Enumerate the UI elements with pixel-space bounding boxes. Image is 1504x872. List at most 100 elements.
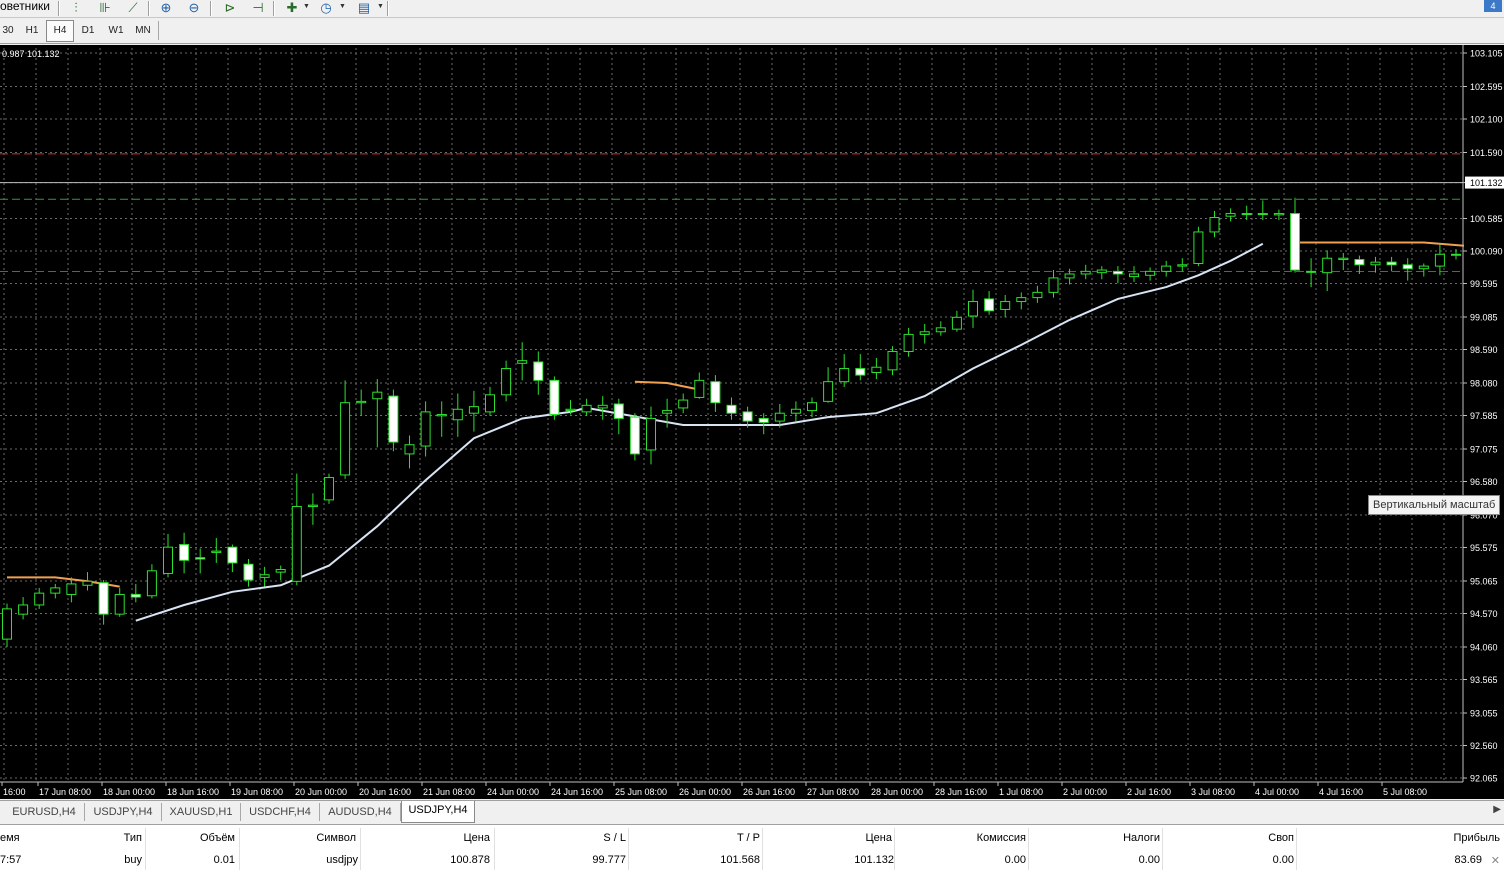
order-stop-loss[interactable]: 99.777 (496, 850, 626, 870)
timeframe-h1[interactable]: H1 (20, 21, 44, 40)
candle-body (581, 404, 592, 413)
moving-average-orange (1295, 241, 1489, 252)
time-tick-label: 18 Jun 16:00 (167, 787, 219, 797)
col-header-swap[interactable]: Своп (1164, 828, 1294, 848)
candle-body (1145, 270, 1156, 276)
candle-body (485, 394, 495, 413)
chart-tab-xauusd-h1[interactable]: XAUUSD,H1 (162, 803, 241, 821)
timeframe-w1[interactable]: W1 (104, 21, 128, 40)
chart-tab-usdchf-h4[interactable]: USDCHF,H4 (241, 803, 320, 821)
toolbar-separator (210, 1, 212, 16)
timeframe-separator (158, 21, 159, 40)
time-tick-label: 1 Jul 08:00 (999, 787, 1043, 797)
candle-body (1064, 273, 1075, 279)
candle-body (1096, 269, 1107, 274)
chevron-down-icon[interactable]: ▼ (339, 3, 346, 10)
indicators-icon[interactable]: ✚ (282, 0, 302, 15)
tab-scroll-right-icon[interactable]: ▶ (1493, 804, 1501, 815)
chart-tab-eurusd-h4[interactable]: EURUSD,H4 (4, 803, 85, 821)
time-tick-label: 4 Jul 00:00 (1255, 787, 1299, 797)
col-header-volume[interactable]: Объём (146, 828, 235, 848)
close-order-icon[interactable]: ✕ (1491, 854, 1500, 867)
candle-body (613, 403, 624, 419)
time-tick-label: 25 Jun 08:00 (615, 787, 667, 797)
time-tick-label: 20 Jun 16:00 (359, 787, 411, 797)
chart-tabs-bar: EURUSD,H4 USDJPY,H4 XAUUSD,H1 USDCHF,H4 … (0, 800, 1504, 824)
templates-icon[interactable]: ▤ (354, 0, 374, 15)
time-tick-label: 3 Jul 08:00 (1191, 787, 1235, 797)
toolbar-separator (58, 1, 60, 16)
candle-body (1338, 257, 1349, 261)
candle-body (726, 404, 737, 414)
price-tick-label: 92.065 (1470, 774, 1498, 784)
chart-tab-usdjpy-h4[interactable]: USDJPY,H4 (85, 803, 162, 821)
col-header-price[interactable]: Цена (362, 828, 490, 848)
advisors-button[interactable]: оветники (0, 0, 50, 13)
time-tick-label: 27 Jun 08:00 (807, 787, 859, 797)
price-tick-label: 98.080 (1470, 378, 1498, 388)
candle-body (774, 412, 785, 422)
col-header-tp[interactable]: T / P (630, 828, 760, 848)
candle-body (1048, 277, 1059, 293)
toolbar-separator (387, 1, 389, 16)
chevron-down-icon[interactable]: ▼ (377, 3, 384, 10)
zoom-out-icon[interactable]: ⊖ (184, 0, 204, 15)
candles-icon[interactable]: ⊪ (95, 0, 115, 15)
price-tick-label: 97.075 (1470, 444, 1498, 454)
order-commission: 0.00 (1004, 854, 1026, 866)
candle-body (807, 402, 817, 412)
window-badge[interactable]: 4 (1484, 0, 1502, 12)
candle-body (1225, 213, 1236, 217)
timeframe-m30[interactable]: 30 (0, 21, 16, 40)
chevron-down-icon[interactable]: ▼ (303, 3, 310, 10)
timeframe-d1[interactable]: D1 (76, 21, 100, 40)
time-tick-label: 19 Jun 08:00 (231, 787, 283, 797)
candle-body (565, 408, 576, 412)
order-current-price: 101.132 (854, 854, 894, 866)
autoscroll-icon[interactable]: ⊳ (220, 0, 240, 15)
col-header-commission[interactable]: Комиссия (896, 828, 1026, 848)
col-header-time[interactable]: емя (0, 828, 60, 848)
chart-shift-icon[interactable]: ⊣ (248, 0, 268, 15)
candle-body (50, 587, 61, 594)
bar-chart-icon[interactable]: ⫶ (66, 0, 86, 15)
price-tick-label: 92.560 (1470, 741, 1498, 751)
zoom-in-icon[interactable]: ⊕ (156, 0, 176, 15)
col-header-type[interactable]: Тип (60, 828, 142, 848)
col-header-sl[interactable]: S / L (496, 828, 626, 848)
col-header-symbol[interactable]: Символ (240, 828, 356, 848)
candle-body (259, 574, 270, 578)
column-separator (1162, 828, 1163, 870)
time-tick-label: 26 Jun 16:00 (743, 787, 795, 797)
chart-canvas[interactable]: 103.105 102.595 102.100 101.590 101.132 100.5… (0, 45, 1504, 799)
order-type: buy (124, 854, 142, 866)
col-header-taxes[interactable]: Налоги (1030, 828, 1160, 848)
order-profit: 83.69 (1454, 854, 1482, 866)
candle-body (1209, 217, 1220, 233)
price-axis (1464, 45, 1504, 799)
timeframe-mn[interactable]: MN (131, 21, 155, 40)
price-chart[interactable]: 103.105 102.595 102.100 101.590 101.132 100.5… (0, 45, 1504, 799)
candle-body (790, 408, 801, 414)
periods-icon[interactable]: ◷ (316, 0, 336, 15)
chart-info-label: 0.987 101.132 (2, 49, 60, 59)
chart-tab-usdjpy-h4-active[interactable]: USDJPY,H4 (401, 801, 475, 823)
price-tick-label: 100.585 (1470, 214, 1503, 224)
candle-body (98, 582, 109, 615)
chart-tab-audusd-h4[interactable]: AUDUSD,H4 (320, 803, 401, 821)
timeframe-h4[interactable]: H4 (46, 20, 74, 42)
moving-average-orange (634, 380, 700, 391)
price-tick-label: 99.085 (1470, 312, 1498, 322)
order-open-price: 100.878 (450, 854, 490, 866)
order-swap: 0.00 (1272, 854, 1294, 866)
column-separator (762, 828, 763, 870)
line-chart-icon[interactable]: ⟋ (123, 0, 143, 15)
candle-body (629, 416, 640, 455)
order-take-profit[interactable]: 101.568 (630, 850, 760, 870)
order-symbol: usdjpy (326, 854, 358, 866)
column-separator (894, 828, 895, 870)
candle-body (662, 410, 673, 414)
col-header-profit[interactable]: Прибыль (1298, 828, 1500, 848)
col-header-current-price[interactable]: Цена (764, 828, 892, 848)
candle-body (1241, 213, 1252, 216)
